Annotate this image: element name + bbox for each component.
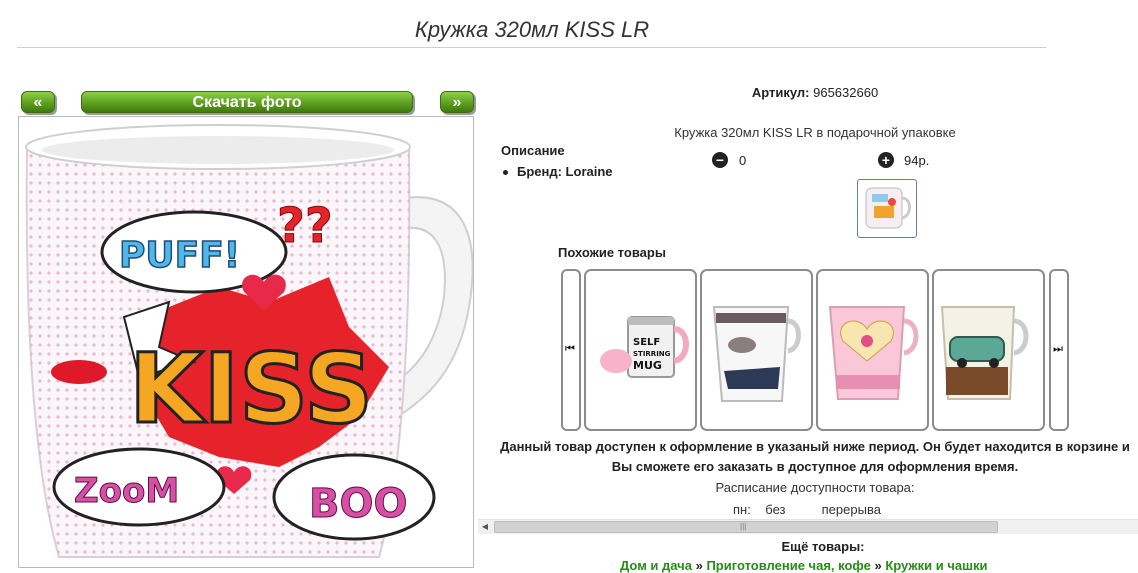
similar-item-self-stirring-mug[interactable]: SELF STIRRING MUG bbox=[584, 269, 697, 431]
sku-label: Артикул: bbox=[751, 85, 810, 100]
similar-products-heading: Похожие товары bbox=[558, 245, 666, 260]
boom-text: BOO bbox=[309, 481, 408, 527]
schedule-to: перерыва bbox=[821, 502, 881, 517]
prev-photo-button[interactable]: « bbox=[21, 91, 55, 113]
grip-icon: ||| bbox=[740, 522, 747, 531]
pink-flower-mug-image bbox=[828, 306, 919, 400]
brand-list-item: Бренд: Loraine bbox=[503, 164, 613, 179]
mug-illustration: PUFF! ?? KISS ZooM BOO bbox=[25, 124, 473, 558]
zoom-text: ZooM bbox=[74, 471, 179, 511]
schedule-from: без bbox=[765, 502, 786, 517]
similar-item-car-cafe-mug[interactable] bbox=[932, 269, 1045, 431]
main-product-photo[interactable]: PUFF! ?? KISS ZooM BOO bbox=[18, 116, 474, 568]
title-divider bbox=[17, 47, 1046, 48]
horizontal-scrollbar[interactable]: ◀ ||| bbox=[478, 519, 1138, 534]
scrollbar-thumb[interactable]: ||| bbox=[494, 521, 998, 533]
brand-text: Бренд: Loraine bbox=[517, 164, 613, 179]
schedule-day: пн: bbox=[733, 502, 751, 517]
kiss-text: KISS bbox=[129, 333, 373, 445]
svg-text:STIRRING: STIRRING bbox=[633, 350, 671, 358]
scroll-left-arrow-icon[interactable]: ◀ bbox=[478, 520, 492, 534]
fashion-mug-image bbox=[712, 306, 801, 402]
price-value: 94р. bbox=[904, 153, 930, 168]
bullet-icon bbox=[503, 170, 508, 176]
download-photo-button[interactable]: Скачать фото bbox=[81, 91, 413, 113]
skip-forward-icon: ⏭ bbox=[1053, 343, 1063, 355]
page-title: Кружка 320мл KISS LR bbox=[414, 17, 650, 42]
self-stirring-mug-image: SELF STIRRING MUG bbox=[600, 316, 689, 378]
schedule-row: пн: без перерыва bbox=[733, 502, 881, 517]
similar-item-fashion-mug[interactable] bbox=[700, 269, 813, 431]
puff-text: PUFF! bbox=[119, 235, 240, 276]
thumbnail-mug-image bbox=[865, 187, 911, 229]
similar-item-pink-flower-mug[interactable] bbox=[816, 269, 929, 431]
description-heading: Описание bbox=[501, 143, 565, 158]
more-products-heading: Ещё товары: bbox=[781, 539, 865, 554]
carousel-prev-button[interactable]: ⏮ bbox=[561, 269, 581, 431]
sku-value: 965632660 bbox=[813, 85, 879, 100]
availability-note: Данный товар доступен к оформление в ука… bbox=[500, 439, 1130, 474]
car-cafe-mug-image bbox=[940, 306, 1029, 400]
svg-text:SELF: SELF bbox=[633, 337, 660, 348]
carousel-next-button[interactable]: ⏭ bbox=[1049, 269, 1069, 431]
quantity-value: 0 bbox=[739, 153, 747, 168]
decrease-quantity-icon[interactable]: − bbox=[712, 152, 728, 168]
skip-back-icon: ⏮ bbox=[565, 343, 575, 355]
product-full-name: Кружка 320мл KISS LR в подарочной упаков… bbox=[674, 125, 956, 140]
increase-quantity-icon[interactable]: + bbox=[878, 152, 894, 168]
schedule-title: Расписание доступности товара: bbox=[715, 480, 915, 495]
svg-text:MUG: MUG bbox=[633, 359, 662, 372]
sku-line: Артикул: 965632660 bbox=[690, 85, 940, 100]
question-marks-text: ?? bbox=[277, 198, 333, 254]
product-thumbnail[interactable] bbox=[857, 179, 917, 238]
next-photo-button[interactable]: » bbox=[440, 91, 474, 113]
